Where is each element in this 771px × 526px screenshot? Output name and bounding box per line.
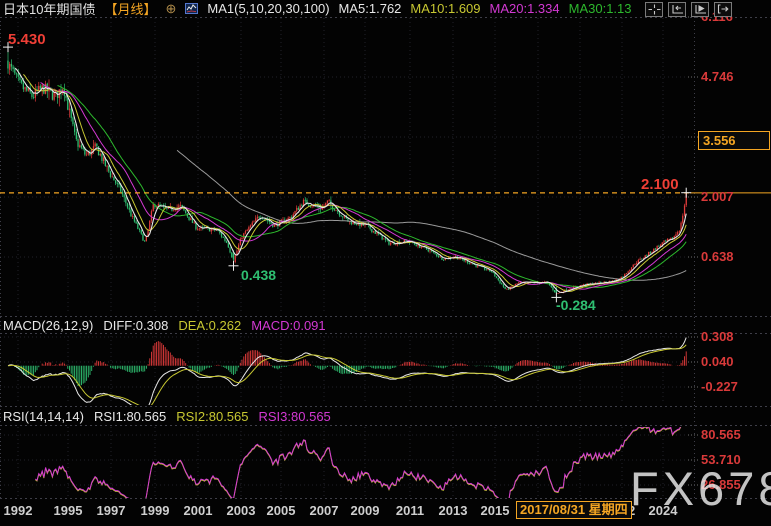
chart-toolbar (645, 2, 732, 17)
macd-axis-label: -0.227 (701, 379, 738, 394)
watermark: FX678 (630, 461, 771, 516)
chart-app: 日本10年期国债 【月线】 ⊕ MA1(5,10,20,30,100) MA5:… (0, 0, 771, 526)
rsi-settings-label: RSI(14,14,14) (3, 409, 84, 424)
all-time-high-label: 5.430 (8, 31, 46, 48)
x-axis-label: 2009 (341, 503, 389, 518)
x-axis-label: 1995 (44, 503, 92, 518)
add-overlay-icon[interactable]: ⊕ (165, 1, 176, 17)
rsi-axis-label: 80.565 (701, 427, 741, 442)
x-axis-label: 2001 (174, 503, 222, 518)
cursor-date-box: 2017/08/31 星期四 (516, 501, 632, 519)
instrument-title: 日本10年期国债 (3, 0, 95, 18)
x-axis-label: 1992 (0, 503, 42, 518)
macd-axis-label: 0.308 (701, 329, 734, 344)
ma30-value: MA30:1.13 (569, 1, 632, 16)
low-2003-label: 0.438 (241, 267, 276, 283)
mini-chart-icon[interactable] (185, 3, 198, 14)
compress-axis-icon[interactable] (668, 2, 686, 17)
chart-canvas[interactable] (0, 0, 771, 526)
y-axis-label: 4.746 (701, 69, 734, 84)
macd-settings-label: MACD(26,12,9) (3, 318, 93, 333)
x-axis-label: 2015 (471, 503, 519, 518)
ma-settings-label: MA1(5,10,20,30,100) (207, 1, 329, 16)
rsi3-value: RSI3:80.565 (259, 409, 331, 424)
rsi2-value: RSI2:80.565 (176, 409, 248, 424)
y-axis-label: 2.007 (701, 189, 734, 204)
ma10-value: MA10:1.609 (410, 1, 480, 16)
macd-header: MACD(26,12,9) DIFF:0.308 DEA:0.262 MACD:… (3, 318, 326, 333)
rsi1-value: RSI1:80.565 (94, 409, 166, 424)
expand-axis-icon[interactable] (691, 2, 709, 17)
pan-right-icon[interactable] (714, 2, 732, 17)
macd-axis-label: 0.040 (701, 354, 734, 369)
macd-dea-value: DEA:0.262 (178, 318, 241, 333)
period-label[interactable]: 【月线】 (104, 0, 156, 18)
macd-diff-value: DIFF:0.308 (103, 318, 168, 333)
cursor-price-box: 3.556 (698, 131, 770, 150)
x-axis-label: 1999 (131, 503, 179, 518)
ma5-value: MA5:1.762 (339, 1, 402, 16)
rsi-header: RSI(14,14,14) RSI1:80.565 RSI2:80.565 RS… (3, 409, 331, 424)
x-axis-label: 2005 (257, 503, 305, 518)
ma20-value: MA20:1.334 (490, 1, 560, 16)
macd-macd-value: MACD:0.091 (251, 318, 325, 333)
x-axis-label: 2013 (429, 503, 477, 518)
latest-price-tag: 2.100 (641, 176, 679, 193)
crosshair-tool-icon[interactable] (645, 2, 663, 17)
x-axis-label: 2011 (386, 503, 434, 518)
x-axis-label: 1997 (87, 503, 135, 518)
y-axis-label: 0.638 (701, 249, 734, 264)
chart-header: 日本10年期国债 【月线】 ⊕ MA1(5,10,20,30,100) MA5:… (3, 1, 632, 16)
low-2019-label: -0.284 (556, 297, 596, 313)
